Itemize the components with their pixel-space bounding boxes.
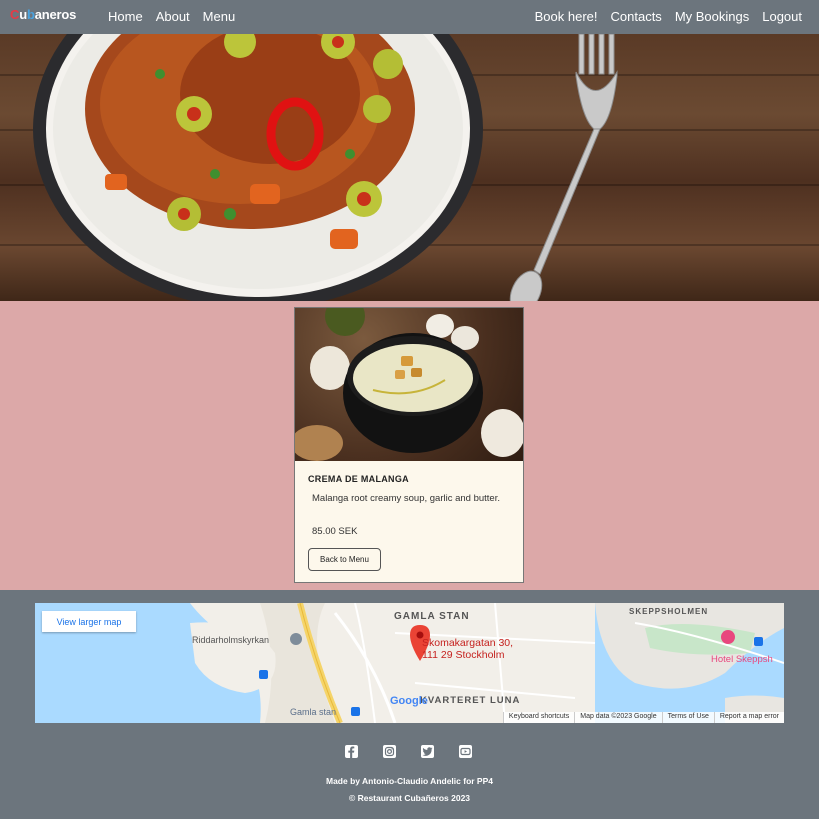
- made-by-text: Made by Antonio-Claudio Andelic for PP4: [325, 776, 494, 786]
- map-report-error-link[interactable]: Report a map error: [713, 712, 784, 723]
- instagram-icon[interactable]: [383, 745, 396, 758]
- nav-link-home[interactable]: Home: [108, 9, 143, 24]
- map-footer-bar: Keyboard shortcuts Map data ©2023 Google…: [502, 712, 784, 723]
- social-links: [345, 745, 472, 758]
- map-address-line2: 111 29 Stockholm: [422, 649, 505, 661]
- dish-card: CREMA DE MALANGA Malanga root creamy sou…: [294, 307, 524, 583]
- hero-image: [0, 34, 819, 301]
- google-map-embed[interactable]: View larger map GAMLA STAN SKEPPSHOLMEN …: [35, 603, 784, 723]
- map-label-kvarteret-luna: KVARTERET LUNA: [420, 695, 521, 706]
- dish-description: Malanga root creamy soup, garlic and but…: [312, 493, 500, 504]
- copyright-text: © Restaurant Cubañeros 2023: [348, 793, 471, 803]
- map-label-hotel: Hotel Skeppsh: [711, 654, 773, 665]
- dish-price: 85.00 SEK: [312, 526, 358, 537]
- map-data-attribution: Map data ©2023 Google: [574, 712, 661, 723]
- nav-left-group: Home About Menu: [108, 9, 235, 24]
- soup-bowl-illustration: [295, 308, 523, 461]
- map-terms-link[interactable]: Terms of Use: [661, 712, 714, 723]
- nav-link-menu[interactable]: Menu: [203, 9, 236, 24]
- nav-link-contacts[interactable]: Contacts: [611, 9, 662, 24]
- twitter-icon[interactable]: [421, 745, 434, 758]
- map-label-skeppsholmen: SKEPPSHOLMEN: [629, 607, 709, 616]
- nav-right-group: Book here! Contacts My Bookings Logout: [535, 9, 802, 24]
- dish-title: CREMA DE MALANGA: [308, 474, 409, 484]
- back-to-menu-button[interactable]: Back to Menu: [308, 548, 381, 571]
- dish-detail-section: CREMA DE MALANGA Malanga root creamy sou…: [0, 301, 819, 590]
- nav-link-about[interactable]: About: [156, 9, 190, 24]
- google-logo: Google: [390, 695, 428, 707]
- view-larger-map-button[interactable]: View larger map: [42, 611, 136, 632]
- map-address: Skomakargatan 30, 111 29 Stockholm: [422, 637, 513, 661]
- nav-link-my-bookings[interactable]: My Bookings: [675, 9, 749, 24]
- map-label-gamla-stan-station: Gamla stan: [290, 707, 337, 717]
- nav-link-book[interactable]: Book here!: [535, 9, 598, 24]
- map-keyboard-shortcuts-link[interactable]: Keyboard shortcuts: [502, 712, 574, 723]
- map-label-riddarholmskyrkan: Riddarholmskyrkan: [192, 635, 270, 645]
- brand-logo[interactable]: Cubaneros: [10, 7, 76, 22]
- facebook-icon[interactable]: [345, 745, 358, 758]
- top-navbar: Cubaneros Home About Menu Book here! Con…: [0, 0, 819, 34]
- nav-link-logout[interactable]: Logout: [762, 9, 802, 24]
- map-address-line1: Skomakargatan 30,: [422, 637, 514, 649]
- map-label-gamla-stan: GAMLA STAN: [394, 611, 470, 622]
- dish-photo: [295, 308, 523, 461]
- ropa-vieja-dish-illustration: [33, 34, 618, 301]
- youtube-icon[interactable]: [459, 745, 472, 758]
